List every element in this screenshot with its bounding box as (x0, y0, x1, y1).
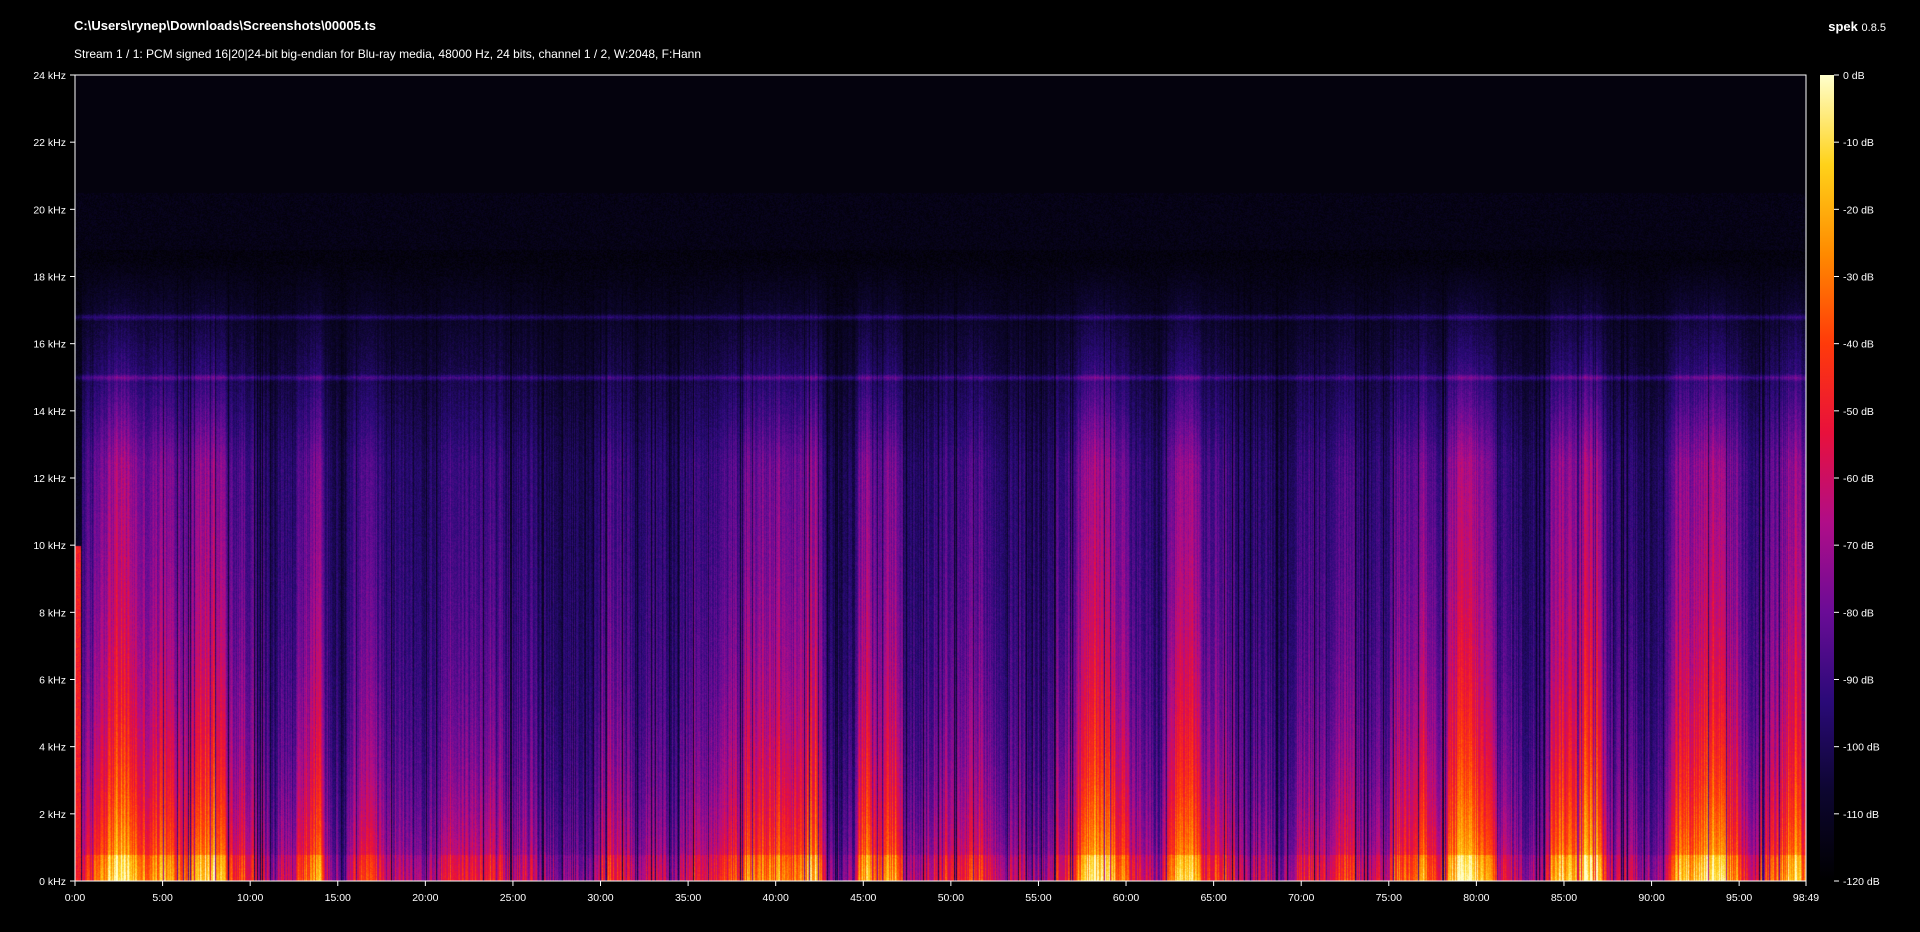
x-tick-label: 30:00 (587, 892, 613, 904)
colorbar-tick-label: 0 dB (1843, 70, 1865, 82)
colorbar-tick-label: -70 dB (1843, 540, 1874, 552)
x-tick-label: 85:00 (1551, 892, 1577, 904)
colorbar-tick-label: -100 dB (1843, 742, 1880, 754)
x-tick-label: 90:00 (1638, 892, 1664, 904)
spek-window: C:\Users\rynep\Downloads\Screenshots\000… (0, 0, 1920, 932)
x-tick-label: 95:00 (1726, 892, 1752, 904)
y-tick-label: 24 kHz (33, 70, 66, 82)
y-tick-label: 12 kHz (33, 473, 66, 485)
x-tick-label: 35:00 (675, 892, 701, 904)
x-tick-label: 25:00 (500, 892, 526, 904)
colorbar-tick-label: -50 dB (1843, 406, 1874, 418)
y-tick-label: 22 kHz (33, 137, 66, 149)
y-tick-label: 0 kHz (39, 876, 66, 888)
y-tick-label: 2 kHz (39, 809, 66, 821)
y-tick-label: 14 kHz (33, 406, 66, 418)
colorbar-tick-label: -60 dB (1843, 473, 1874, 485)
colorbar-axis: 0 dB -10 dB -20 dB -30 dB -40 dB -50 dB -60 dB… (1834, 70, 1880, 888)
colorbar-tick-label: -120 dB (1843, 876, 1880, 888)
colorbar-tick-label: -20 dB (1843, 204, 1874, 216)
x-tick-label: 55:00 (1025, 892, 1051, 904)
spectrogram-image (75, 75, 1806, 881)
spectrogram-raster (75, 75, 1806, 881)
y-tick-label: 16 kHz (33, 339, 66, 351)
x-tick-label: 75:00 (1376, 892, 1402, 904)
y-tick-label: 18 kHz (33, 272, 66, 284)
x-tick-label: 98:49 (1793, 892, 1819, 904)
x-tick-label: 15:00 (325, 892, 351, 904)
x-tick-label: 10:00 (237, 892, 263, 904)
x-tick-label: 20:00 (412, 892, 438, 904)
frequency-axis: 0 kHz 2 kHz 4 kHz 6 kHz 8 kHz 10 kHz 12 kHz 14 … (33, 70, 75, 888)
x-tick-label: 45:00 (850, 892, 876, 904)
x-tick-label: 80:00 (1463, 892, 1489, 904)
colorbar-tick-label: -90 dB (1843, 675, 1874, 687)
y-tick-label: 4 kHz (39, 742, 66, 754)
x-tick-label: 70:00 (1288, 892, 1314, 904)
x-tick-label: 65:00 (1200, 892, 1226, 904)
time-axis: 0:00 5:00 10:00 15:00 20:00 25:00 30:00 35:00 40… (65, 881, 1819, 904)
colorbar-tick-label: -40 dB (1843, 339, 1874, 351)
y-tick-label: 10 kHz (33, 540, 66, 552)
x-tick-label: 60:00 (1113, 892, 1139, 904)
colorbar (1820, 75, 1834, 881)
colorbar-tick-label: -30 dB (1843, 272, 1874, 284)
x-tick-label: 40:00 (763, 892, 789, 904)
y-tick-label: 20 kHz (33, 204, 66, 216)
x-tick-label: 0:00 (65, 892, 86, 904)
x-tick-label: 50:00 (938, 892, 964, 904)
y-tick-label: 6 kHz (39, 675, 66, 687)
colorbar-tick-label: -80 dB (1843, 607, 1874, 619)
colorbar-tick-label: -10 dB (1843, 137, 1874, 149)
y-tick-label: 8 kHz (39, 607, 66, 619)
colorbar-tick-label: -110 dB (1843, 809, 1879, 821)
spectrogram-chart: 0 kHz 2 kHz 4 kHz 6 kHz 8 kHz 10 kHz 12 kHz 14 … (33, 70, 1880, 904)
x-tick-label: 5:00 (152, 892, 173, 904)
